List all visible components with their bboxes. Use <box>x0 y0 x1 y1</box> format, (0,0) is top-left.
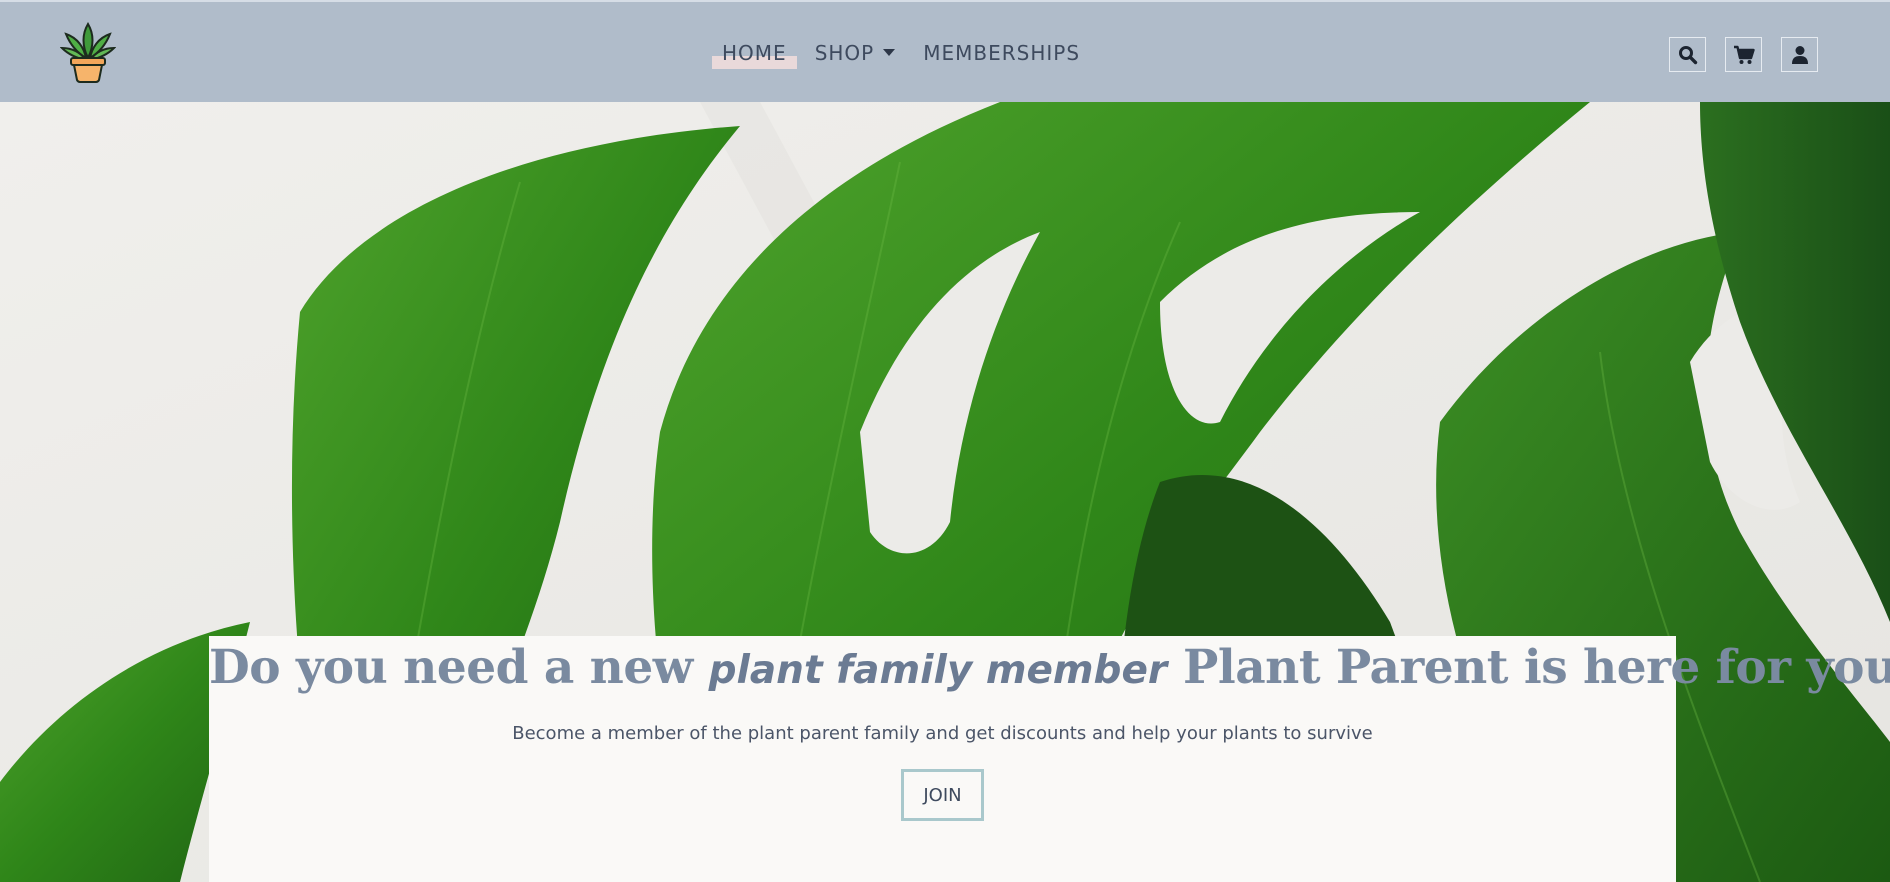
account-icon <box>1791 45 1808 64</box>
main-nav: HOME SHOP MEMBERSHIPS <box>712 36 1098 70</box>
site-header: HOME SHOP MEMBERSHIPS <box>0 0 1890 102</box>
hero-headline-script: plant family member <box>708 648 1168 693</box>
potted-plant-logo-icon[interactable] <box>59 22 117 84</box>
chevron-down-icon <box>883 49 896 56</box>
search-icon <box>1678 45 1697 64</box>
hero-subline: Become a member of the plant parent fami… <box>512 723 1373 744</box>
cart-icon <box>1733 45 1755 64</box>
nav-home[interactable]: HOME <box>712 41 797 69</box>
search-button[interactable] <box>1669 37 1706 72</box>
nav-home-label: HOME <box>722 41 787 65</box>
hero-card: Do you need a new plant family member Pl… <box>209 636 1890 882</box>
hero-headline-part2: Plant Parent is here for you <box>1167 640 1890 695</box>
nav-memberships-label: MEMBERSHIPS <box>923 41 1081 65</box>
nav-shop[interactable]: SHOP <box>805 41 906 65</box>
nav-shop-label: SHOP <box>814 41 875 65</box>
account-button[interactable] <box>1781 37 1818 72</box>
hero-headline: Do you need a new plant family member Pl… <box>209 640 1890 695</box>
nav-memberships[interactable]: MEMBERSHIPS <box>913 41 1090 65</box>
hero-section: Do you need a new plant family member Pl… <box>0 102 1890 882</box>
hero-headline-part1: Do you need a new <box>209 640 709 695</box>
cart-button[interactable] <box>1725 37 1762 72</box>
join-button[interactable]: JOIN <box>901 769 984 821</box>
